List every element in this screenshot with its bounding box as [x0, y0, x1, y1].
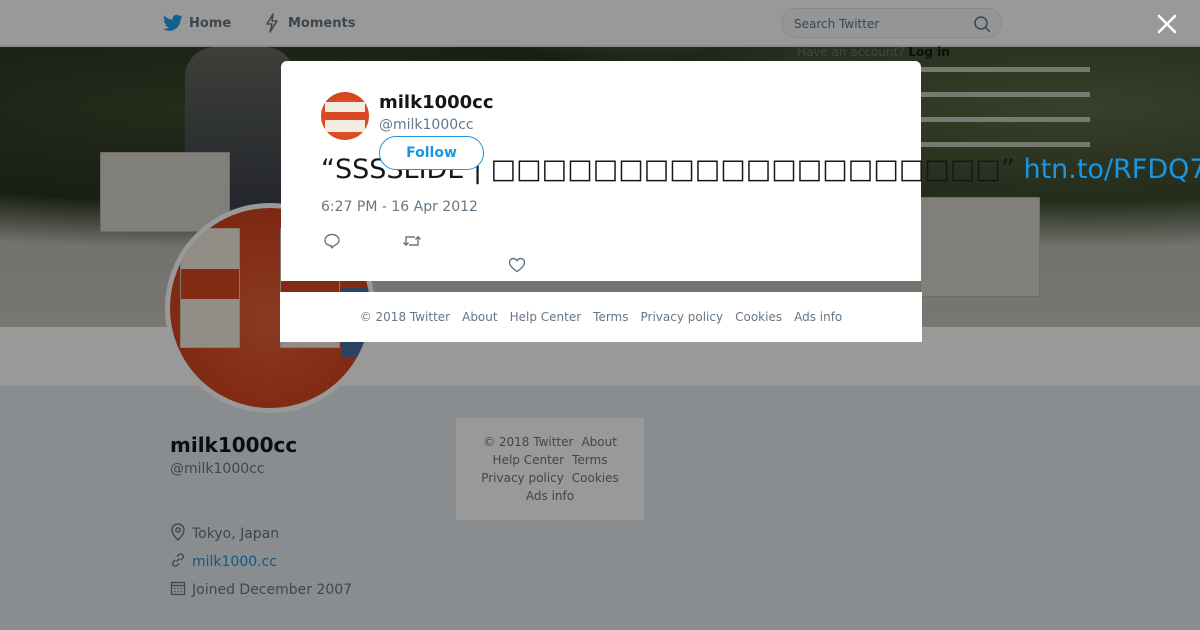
tweet-timestamp[interactable]: 6:27 PM - 16 Apr 2012 [321, 199, 478, 215]
reply-icon[interactable] [321, 230, 343, 252]
footer-privacy-link[interactable]: Privacy policy [641, 310, 724, 324]
tweet-author-avatar[interactable] [321, 92, 369, 140]
footer-cookies-link[interactable]: Cookies [735, 310, 782, 324]
follow-button[interactable]: Follow [379, 136, 484, 170]
footer-terms-link[interactable]: Terms [593, 310, 628, 324]
tweet-author-handle[interactable]: @milk1000cc [379, 117, 474, 133]
footer-copyright: © 2018 Twitter [359, 310, 451, 324]
tweet-modal: milk1000cc @milk1000cc “SSSSLIDE | □□□□□… [281, 61, 1200, 281]
footer-help-center-link[interactable]: Help Center [510, 310, 582, 324]
footer-ads-info-link[interactable]: Ads info [794, 310, 842, 324]
retweet-icon[interactable] [401, 230, 423, 252]
modal-footer: © 2018 Twitter About Help Center Terms P… [280, 292, 922, 342]
tweet-author-name[interactable]: milk1000cc [379, 92, 494, 113]
tweet-link[interactable]: htn.to/RFDQ7h [1023, 154, 1200, 185]
like-icon[interactable] [506, 254, 528, 276]
footer-about-link[interactable]: About [462, 310, 497, 324]
close-icon[interactable] [1155, 12, 1179, 36]
